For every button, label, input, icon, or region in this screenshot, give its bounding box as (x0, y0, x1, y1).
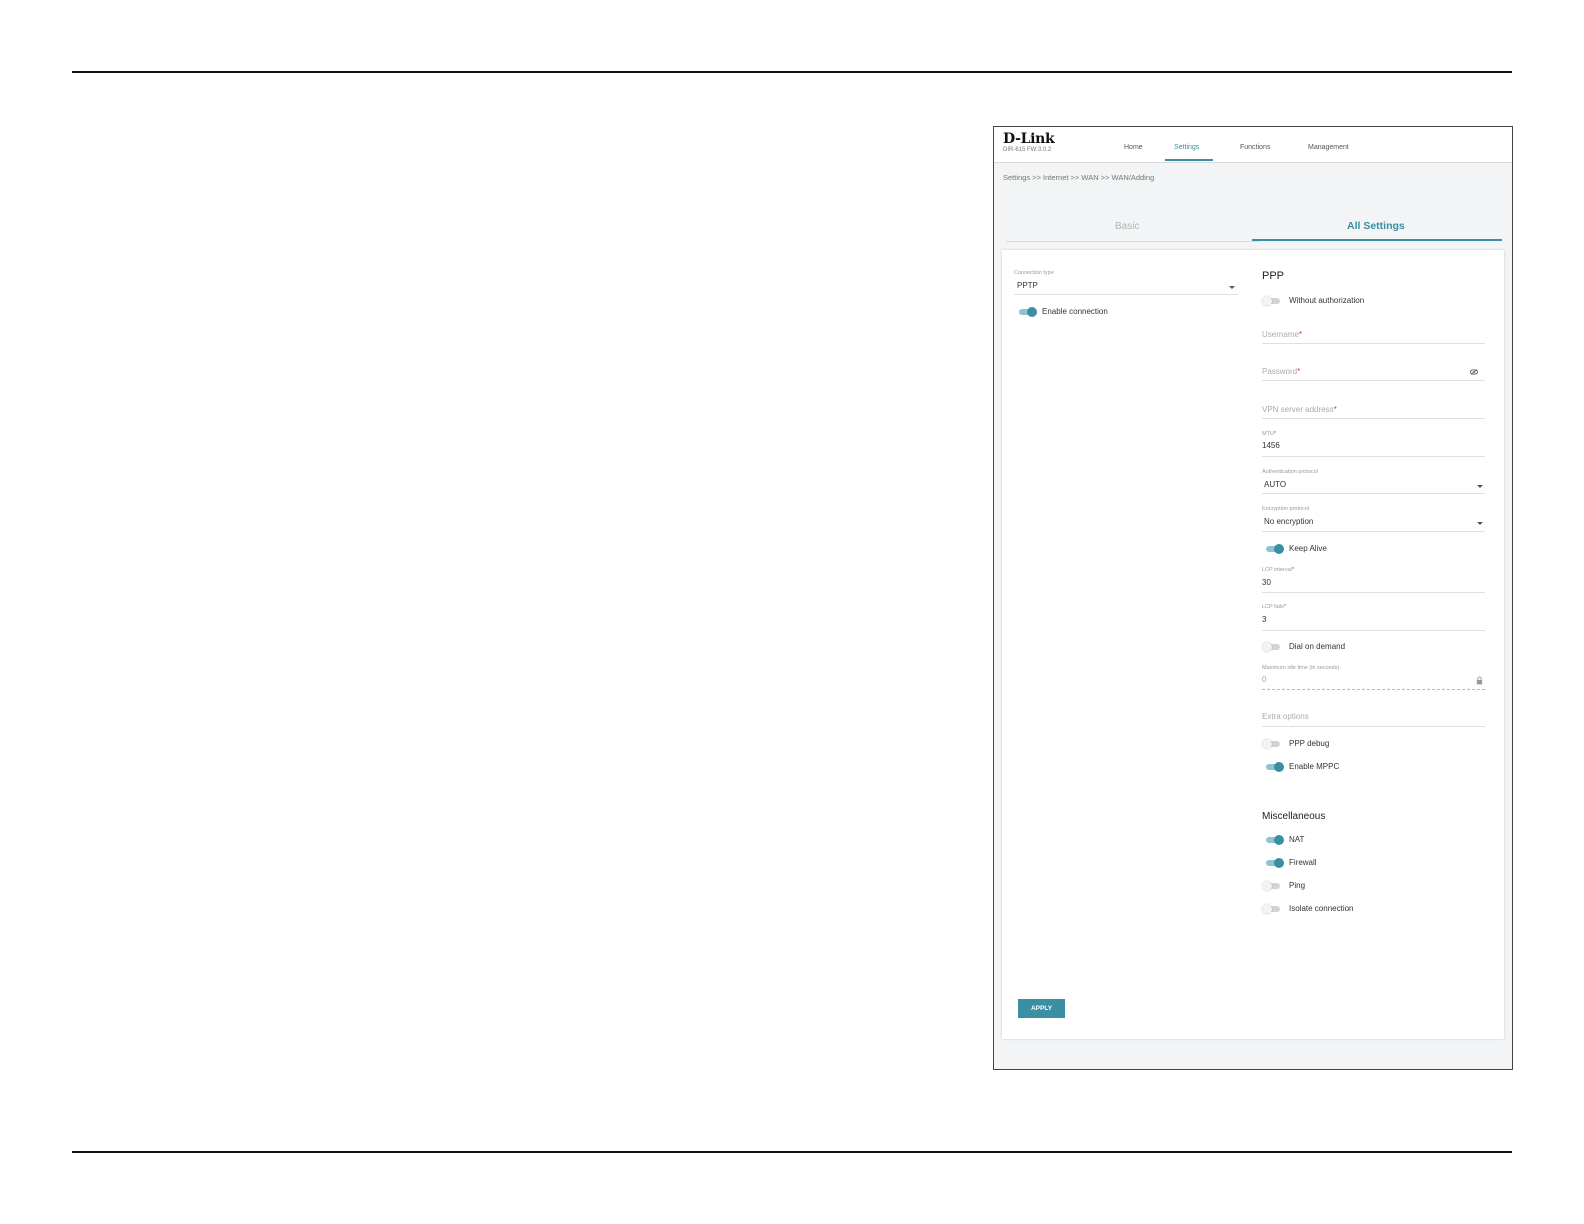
tab-active-indicator (1252, 239, 1502, 241)
lcp-interval-input[interactable]: 30 (1262, 578, 1271, 587)
firewall-label: Firewall (1289, 858, 1317, 867)
isolate-connection-toggle[interactable] (1262, 904, 1280, 914)
max-idle-time-input: 0 (1262, 675, 1267, 684)
connection-type-label: Connection type (1014, 270, 1054, 276)
nav-functions[interactable]: Functions (1240, 144, 1270, 151)
nav-home[interactable]: Home (1124, 144, 1143, 151)
keep-alive-toggle[interactable] (1264, 544, 1284, 554)
tab-all-settings[interactable]: All Settings (1347, 220, 1405, 232)
dial-on-demand-toggle[interactable] (1262, 642, 1280, 652)
extra-options-input[interactable]: Extra options (1262, 712, 1309, 721)
username-underline (1262, 343, 1485, 344)
enable-mppc-label: Enable MPPC (1289, 762, 1340, 771)
mtu-label: MTU* (1262, 431, 1277, 437)
enable-connection-label: Enable connection (1042, 307, 1108, 316)
nat-label: NAT (1289, 835, 1305, 844)
without-authorization-label: Without authorization (1289, 296, 1365, 305)
firmware-version: DIR-615 FW:3.0.2 (1003, 147, 1052, 153)
lcp-interval-label: LCP interval* (1262, 567, 1294, 573)
lcp-fails-input[interactable]: 3 (1262, 615, 1266, 624)
lcp-fails-label: LCP fails* (1262, 604, 1287, 610)
password-input[interactable]: Password* (1262, 367, 1300, 376)
tab-divider (1006, 241, 1260, 242)
breadcrumb: Settings >> Internet >> WAN >> WAN/Addin… (1003, 173, 1155, 182)
nat-toggle[interactable] (1264, 835, 1284, 845)
encryption-protocol-label: Encryption protocol (1262, 506, 1310, 512)
ppp-debug-label: PPP debug (1289, 739, 1330, 748)
ping-label: Ping (1289, 881, 1306, 890)
vpn-server-underline (1262, 418, 1485, 419)
lcp-interval-underline (1262, 592, 1485, 593)
page-bottom-rule (72, 1151, 1512, 1153)
lcp-fails-underline (1262, 630, 1485, 631)
ppp-debug-toggle[interactable] (1262, 739, 1280, 749)
nav-management[interactable]: Management (1308, 144, 1349, 151)
firewall-toggle[interactable] (1264, 858, 1284, 868)
tab-basic[interactable]: Basic (1115, 221, 1139, 232)
chevron-down-icon[interactable] (1477, 485, 1483, 488)
mtu-underline (1262, 456, 1485, 457)
max-idle-time-underline (1262, 689, 1485, 690)
username-input[interactable]: Username* (1262, 330, 1302, 339)
isolate-connection-label: Isolate connection (1289, 904, 1354, 913)
password-underline (1262, 380, 1485, 381)
auth-protocol-select[interactable]: AUTO (1264, 480, 1286, 489)
ppp-section-title: PPP (1262, 270, 1285, 282)
ping-toggle[interactable] (1262, 881, 1280, 891)
nav-settings[interactable]: Settings (1174, 144, 1199, 151)
apply-button[interactable]: APPLY (1018, 999, 1065, 1018)
enable-mppc-toggle[interactable] (1264, 762, 1284, 772)
encryption-protocol-underline (1262, 531, 1485, 532)
connection-type-value[interactable]: PPTP (1017, 281, 1038, 290)
eye-off-icon[interactable] (1470, 369, 1478, 375)
extra-options-underline (1262, 726, 1485, 727)
auth-protocol-label: Authentication protocol (1262, 469, 1318, 475)
settings-card: Connection type PPTP Enable connection P… (1002, 250, 1504, 1039)
enable-connection-toggle[interactable] (1017, 307, 1037, 317)
connection-type-underline (1014, 294, 1238, 295)
without-authorization-toggle[interactable] (1262, 296, 1280, 306)
auth-protocol-underline (1262, 493, 1485, 494)
vpn-server-address-input[interactable]: VPN server address* (1262, 405, 1337, 414)
chevron-down-icon[interactable] (1477, 522, 1483, 525)
page-top-rule (72, 71, 1512, 73)
lock-icon (1476, 676, 1483, 685)
keep-alive-label: Keep Alive (1289, 544, 1327, 553)
nav-active-indicator (1165, 159, 1213, 161)
router-ui-screenshot: D-Link DIR-615 FW:3.0.2 Home Settings Fu… (993, 126, 1513, 1070)
max-idle-time-label: Maximum idle time (in seconds) (1262, 665, 1340, 671)
mtu-input[interactable]: 1456 (1262, 441, 1280, 450)
top-header: D-Link DIR-615 FW:3.0.2 Home Settings Fu… (994, 127, 1512, 163)
encryption-protocol-select[interactable]: No encryption (1264, 517, 1313, 526)
misc-section-title: Miscellaneous (1262, 811, 1326, 822)
dlink-logo: D-Link (1003, 131, 1055, 147)
dial-on-demand-label: Dial on demand (1289, 642, 1346, 651)
chevron-down-icon[interactable] (1229, 286, 1235, 289)
